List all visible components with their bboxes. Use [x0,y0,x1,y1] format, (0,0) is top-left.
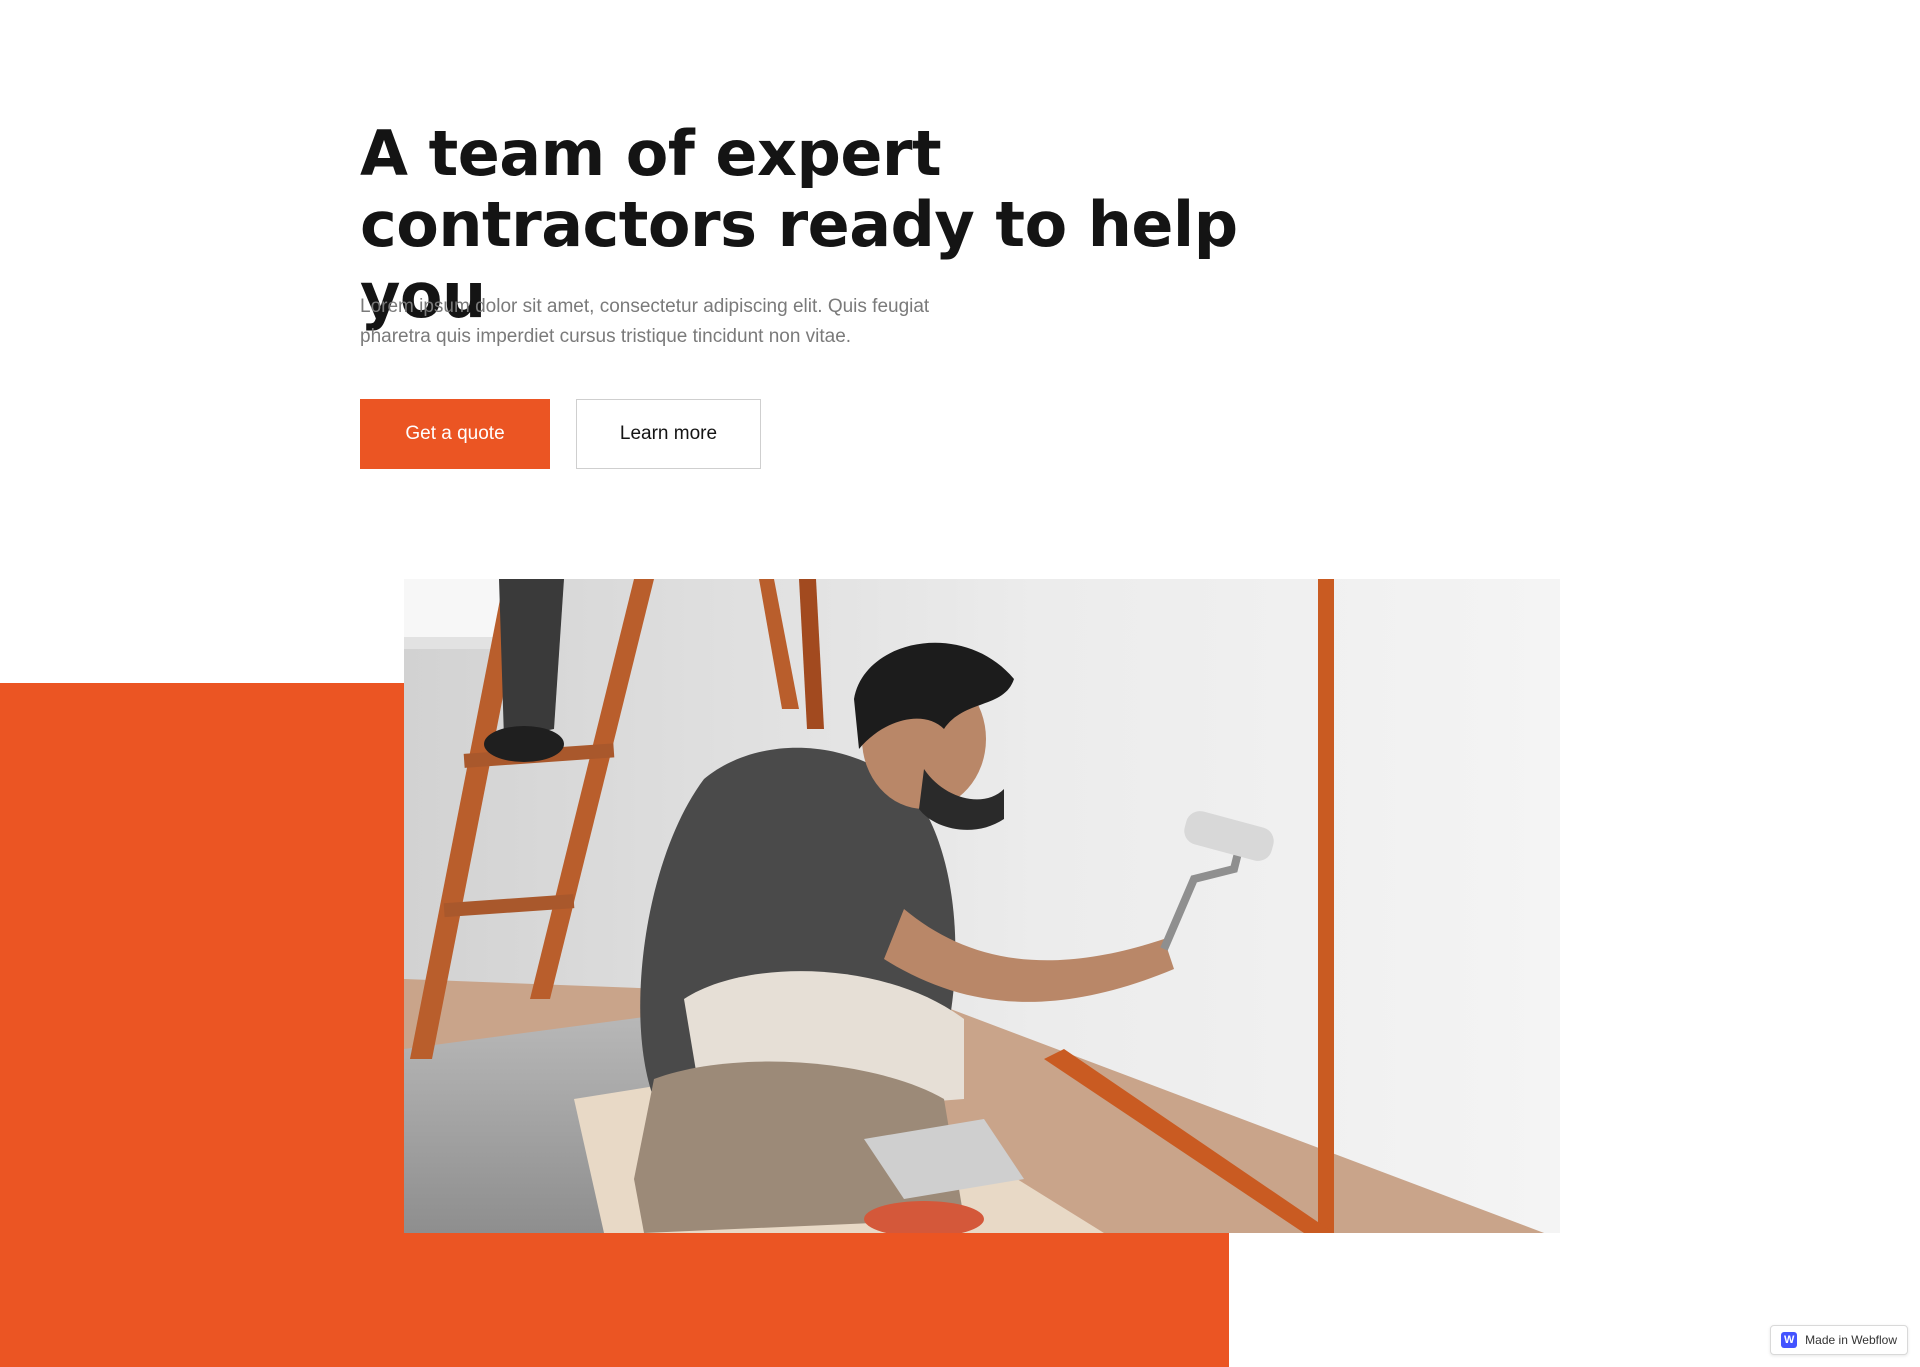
hero-photo [404,579,1560,1233]
webflow-logo-icon: W [1781,1332,1798,1348]
painter-illustration [404,579,1560,1233]
page: A team of expert contractors ready to he… [0,0,1920,1367]
hero-subtitle: Lorem ipsum dolor sit amet, consectetur … [360,296,930,347]
made-in-webflow-badge[interactable]: W Made in Webflow [1770,1325,1908,1355]
learn-more-button[interactable]: Learn more [576,399,761,469]
learn-more-label: Learn more [619,423,718,444]
badge-label: Made in Webflow [1805,1333,1897,1347]
get-a-quote-label: Get a quote [405,423,505,444]
get-a-quote-button[interactable]: Get a quote [360,399,550,469]
